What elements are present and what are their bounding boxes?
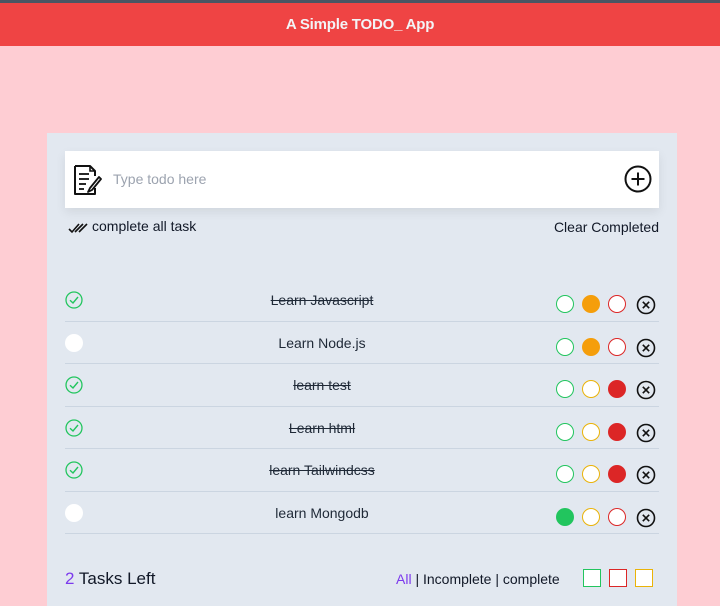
incomplete-check-circle[interactable] — [65, 333, 83, 352]
priority-low-dot[interactable] — [556, 422, 574, 441]
priority-medium-dot[interactable] — [582, 295, 600, 313]
filter-low-priority-box[interactable] — [583, 569, 601, 587]
priority-medium-dot[interactable] — [582, 337, 600, 356]
todo-item: learn Mongodb — [65, 492, 659, 534]
priority-low-dot[interactable] — [556, 507, 574, 526]
filter-incomplete-link[interactable]: Incomplete — [423, 571, 491, 587]
priority-low-dot[interactable] — [556, 337, 574, 356]
tasks-left-counter: 2 Tasks Left — [65, 569, 155, 589]
priority-low-dot[interactable] — [556, 380, 574, 398]
complete-all-label: complete all task — [92, 218, 197, 234]
priority-selector — [556, 337, 634, 356]
todo-text: learn test — [293, 377, 351, 393]
delete-todo-icon[interactable] — [636, 338, 656, 358]
priority-medium-dot[interactable] — [582, 422, 600, 441]
priority-medium-dot[interactable] — [582, 507, 600, 526]
priority-selector — [556, 380, 634, 398]
priority-high-dot[interactable] — [608, 295, 626, 313]
filter-group: All | Incomplete | complete — [396, 571, 560, 587]
todo-input-bar — [65, 151, 659, 208]
todo-item: Learn Node.js — [65, 322, 659, 364]
app-title: A Simple TODO_ App — [285, 16, 435, 33]
todo-text: Learn html — [288, 419, 356, 436]
priority-medium-dot[interactable] — [582, 380, 600, 398]
priority-selector — [556, 295, 634, 313]
completed-check-icon[interactable] — [65, 461, 83, 479]
priority-high-dot[interactable] — [608, 422, 626, 441]
todo-item: learn test — [65, 364, 659, 407]
completed-check-icon[interactable] — [65, 291, 83, 309]
incomplete-check-circle[interactable] — [65, 503, 83, 522]
clear-completed-button[interactable]: Clear Completed — [554, 219, 659, 235]
completed-check-icon[interactable] — [65, 418, 83, 437]
add-todo-button[interactable] — [624, 165, 652, 193]
double-check-icon — [68, 223, 88, 234]
tasks-left-label: Tasks Left — [78, 569, 156, 588]
todo-text: Learn Node.js — [278, 334, 366, 351]
todo-list: Learn Javascript Learn Node.js learn tes… — [65, 279, 659, 534]
filter-medium-priority-box[interactable] — [635, 569, 653, 587]
priority-selector — [556, 465, 634, 483]
todo-item: learn Tailwindcss — [65, 449, 659, 492]
tasks-left-count: 2 — [65, 569, 75, 588]
delete-todo-icon[interactable] — [636, 465, 656, 485]
priority-medium-dot[interactable] — [582, 465, 600, 483]
priority-selector — [556, 422, 634, 441]
delete-todo-icon[interactable] — [636, 508, 656, 528]
filter-separator: | — [495, 571, 499, 587]
priority-low-dot[interactable] — [556, 465, 574, 483]
todo-text: Learn Javascript — [270, 292, 374, 308]
priority-high-dot[interactable] — [608, 507, 626, 526]
todo-item: Learn Javascript — [65, 279, 659, 322]
delete-todo-icon[interactable] — [636, 295, 656, 315]
todo-footer: 2 Tasks Left All | Incomplete | complete — [65, 567, 659, 593]
filter-high-priority-box[interactable] — [609, 569, 627, 587]
todo-card: complete all task Clear Completed Learn … — [47, 133, 677, 606]
completed-check-icon[interactable] — [65, 376, 83, 394]
todo-text: learn Tailwindcss — [269, 462, 375, 478]
priority-selector — [556, 507, 634, 526]
filter-all-link[interactable]: All — [396, 571, 412, 587]
todo-text: learn Mongodb — [275, 504, 369, 521]
priority-high-dot[interactable] — [608, 465, 626, 483]
delete-todo-icon[interactable] — [636, 423, 656, 443]
delete-todo-icon[interactable] — [636, 380, 656, 400]
note-edit-icon — [74, 165, 102, 195]
priority-high-dot[interactable] — [608, 380, 626, 398]
complete-all-button[interactable]: complete all task — [68, 217, 196, 235]
app-header: A Simple TODO_ App — [0, 3, 720, 46]
todo-input[interactable] — [113, 168, 593, 190]
priority-high-dot[interactable] — [608, 337, 626, 356]
todo-item: Learn html — [65, 407, 659, 449]
priority-low-dot[interactable] — [556, 295, 574, 313]
filter-separator: | — [415, 571, 420, 587]
filter-complete-link[interactable]: complete — [503, 571, 560, 587]
